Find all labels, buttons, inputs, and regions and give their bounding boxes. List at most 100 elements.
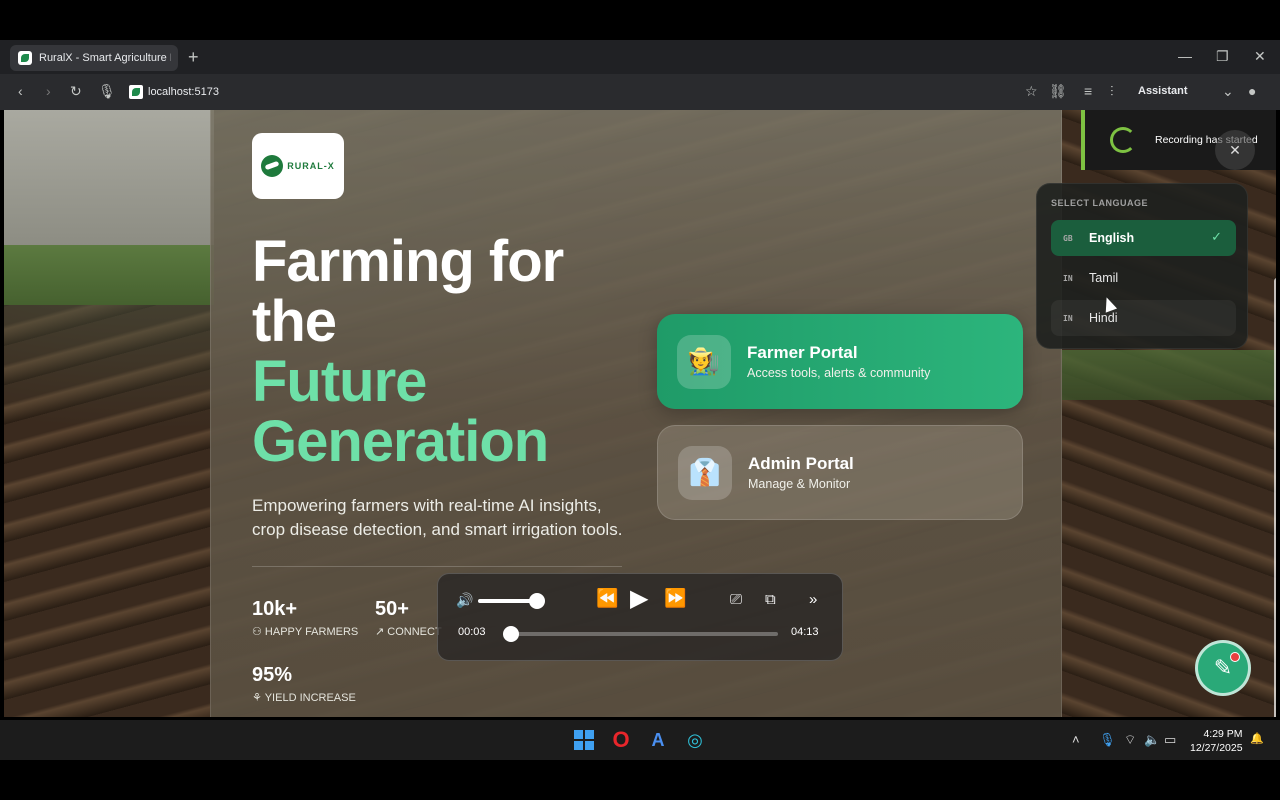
language-name: Hindi	[1089, 311, 1118, 325]
reading-list-icon[interactable]: ≡	[1084, 83, 1092, 99]
farmer-portal-card[interactable]: 🧑‍🌾 Farmer Portal Access tools, alerts &…	[657, 314, 1023, 409]
page-viewport: RURAL-X Farming for the Future Generatio…	[4, 110, 1276, 717]
bookmark-star-icon[interactable]: ☆	[1025, 83, 1038, 100]
mic-tray-icon[interactable]: 🎙	[1099, 732, 1116, 748]
check-icon: ✓	[1211, 229, 1222, 244]
portal-subtitle: Access tools, alerts & community	[747, 366, 931, 380]
hero-line-2: the	[252, 289, 337, 354]
link-icon[interactable]: ⛓	[1049, 83, 1067, 100]
play-icon[interactable]: ▶	[630, 584, 648, 613]
volume-knob[interactable]	[529, 593, 545, 609]
stat-farmers: 10k+ ⚇ HAPPY FARMERS	[252, 598, 358, 638]
language-option-hindi[interactable]: IN Hindi	[1051, 300, 1236, 336]
assistant-button[interactable]: Assistant	[1138, 85, 1188, 97]
portal-title: Farmer Portal	[747, 343, 858, 362]
picture-in-picture-icon[interactable]: ⧉	[765, 591, 776, 608]
opera-icon[interactable]: O	[608, 727, 634, 753]
admin-icon: 👔	[678, 445, 732, 500]
hero-line-1: Farming for	[252, 229, 564, 294]
screen-bottom-bar	[0, 760, 1280, 800]
stat-yield: 95% ⚘ YIELD INCREASE	[252, 664, 356, 704]
cast-icon[interactable]: ⎚	[730, 591, 742, 608]
current-time: 00:03	[458, 626, 486, 638]
more-controls-icon[interactable]: »	[809, 591, 817, 608]
seek-bar[interactable]	[508, 632, 778, 636]
back-icon[interactable]: ‹	[18, 83, 23, 99]
stat-label: ⚇ HAPPY FARMERS	[252, 626, 359, 638]
language-name: Tamil	[1089, 271, 1119, 285]
browser-tab[interactable]: RuralX - Smart Agriculture Ec	[10, 45, 178, 71]
speaker-icon[interactable]: 🔈	[1144, 732, 1160, 748]
language-menu-heading: SELECT LANGUAGE	[1051, 198, 1149, 208]
language-option-tamil[interactable]: IN Tamil	[1051, 260, 1236, 296]
audio-wave-icon[interactable]: ⫶	[1110, 83, 1114, 100]
language-option-english[interactable]: GB English ✓	[1051, 220, 1236, 256]
browser-app-icon[interactable]: ◎	[682, 727, 708, 753]
tab-favicon-icon	[18, 51, 32, 65]
hero-line-3: Future	[252, 349, 427, 414]
tab-title: RuralX - Smart Agriculture Ec	[39, 52, 171, 64]
stat-value: 10k+	[252, 598, 298, 620]
notification-icon[interactable]: 🔔	[1250, 732, 1264, 745]
trend-icon: ↗	[375, 626, 388, 638]
stat-label: ⚘ YIELD INCREASE	[252, 692, 356, 704]
admin-portal-card[interactable]: 👔 Admin Portal Manage & Monitor	[657, 425, 1023, 520]
url-favicon-icon	[129, 85, 143, 99]
clock-date: 12/27/2025	[1190, 742, 1243, 754]
clock-time: 4:29 PM	[1203, 728, 1243, 740]
portal-subtitle: Manage & Monitor	[748, 477, 851, 491]
tab-strip: RuralX - Smart Agriculture Ec + — ❐ ✕	[0, 40, 1280, 74]
address-bar[interactable]: localhost:5173	[148, 86, 219, 98]
sprout-icon: ⚘	[252, 692, 265, 704]
language-name: English	[1089, 231, 1135, 245]
background-sky	[4, 110, 214, 250]
logo-text: RURAL-X	[287, 161, 335, 171]
restore-icon[interactable]: ❐	[1216, 48, 1229, 65]
new-tab-button[interactable]: +	[188, 47, 199, 68]
seek-knob[interactable]	[503, 626, 520, 642]
language-code: IN	[1063, 313, 1073, 323]
people-icon: ⚇	[252, 626, 265, 638]
forward-icon[interactable]: ›	[46, 83, 51, 99]
wifi-icon[interactable]: ⌔	[1124, 732, 1136, 748]
duration: 04:13	[791, 626, 819, 638]
stat-label: ↗ CONNECT	[375, 626, 442, 638]
background-field	[4, 245, 214, 305]
close-icon[interactable]: ✕	[1215, 130, 1255, 170]
scrollbar[interactable]	[1274, 278, 1276, 717]
stat-value: 50+	[375, 598, 409, 620]
hero-subtitle: Empowering farmers with real-time AI ins…	[252, 496, 623, 539]
hero-line-4: Generation	[252, 409, 549, 474]
profile-icon[interactable]: ●	[1248, 83, 1256, 99]
chevron-down-icon[interactable]: ⌄	[1222, 83, 1234, 100]
ruralx-logo[interactable]: RURAL-X	[252, 133, 344, 199]
rewind-icon[interactable]: ⏪	[596, 588, 618, 609]
screen-top-bar	[0, 0, 1280, 40]
recording-icon	[1110, 127, 1136, 153]
farmer-icon: 🧑‍🌾	[677, 334, 731, 389]
language-code: GB	[1063, 233, 1073, 243]
system-clock[interactable]: 4:29 PM 12/27/2025	[1190, 727, 1243, 755]
battery-icon[interactable]: ▭	[1164, 732, 1176, 748]
stat-connect: 50+ ↗ CONNECT	[375, 598, 442, 638]
minimize-icon[interactable]: —	[1178, 48, 1192, 64]
microphone-icon[interactable]: 🎙	[98, 83, 116, 100]
language-code: IN	[1063, 273, 1073, 283]
fast-forward-icon[interactable]: ⏩	[664, 588, 686, 609]
notification-dot	[1230, 652, 1240, 662]
portal-title: Admin Portal	[748, 454, 854, 473]
hero-heading: Farming for the Future Generation	[252, 229, 564, 474]
divider	[252, 566, 622, 567]
taskbar: O A ◎ ˄ 🎙 ⌔ 🔈 ▭ 🔔	[0, 720, 1280, 760]
windows-start-icon[interactable]	[571, 727, 597, 753]
background-grass	[1060, 350, 1276, 400]
app-a-icon[interactable]: A	[645, 727, 671, 753]
language-menu: SELECT LANGUAGE GB English ✓ IN Tamil IN…	[1036, 183, 1248, 349]
volume-icon[interactable]: 🔊	[456, 592, 473, 609]
chevron-up-icon[interactable]: ˄	[1072, 732, 1080, 747]
reload-icon[interactable]: ↻	[70, 83, 82, 100]
media-player: 🔊 ⏪ ▶ ⏩ ⎚ ⧉ » 00:03 04:13	[437, 573, 843, 661]
close-window-icon[interactable]: ✕	[1254, 48, 1266, 65]
recording-toast: Recording has started ✕	[1081, 110, 1276, 170]
chat-button[interactable]: ✎	[1195, 640, 1251, 696]
